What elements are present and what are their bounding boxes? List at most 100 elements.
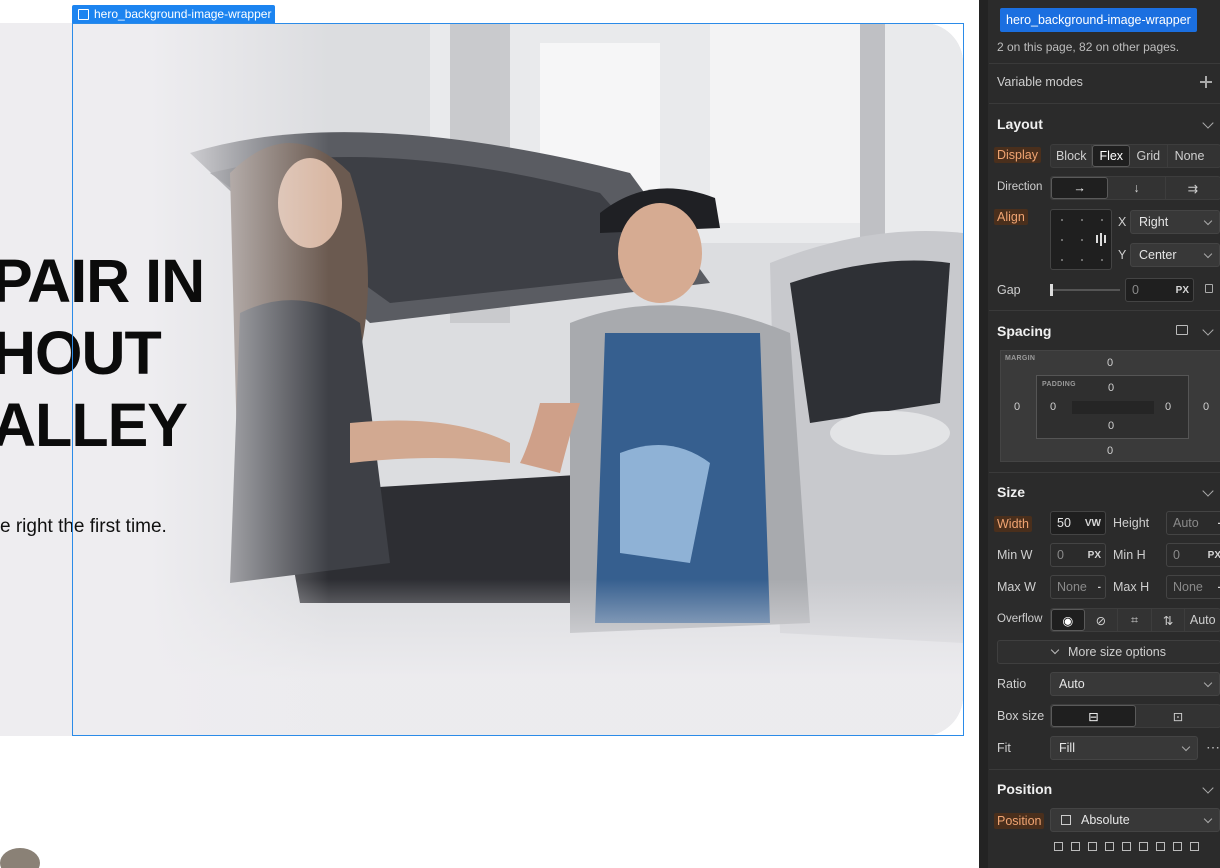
position-preset-full-icon[interactable] bbox=[1190, 842, 1199, 851]
position-select[interactable]: Absolute bbox=[1050, 808, 1220, 832]
selector-field[interactable]: hero_background-image-wrapper bbox=[997, 0, 1220, 38]
min-height-unit: PX bbox=[1207, 549, 1220, 561]
align-indicator-icon bbox=[1096, 232, 1108, 246]
ratio-select[interactable]: Auto bbox=[1050, 672, 1220, 696]
gap-slider-knob[interactable] bbox=[1050, 284, 1053, 296]
box-size-segmented-control[interactable]: ⊟ ⊡ bbox=[1050, 704, 1220, 728]
eye-icon[interactable]: ◉ bbox=[1051, 609, 1085, 631]
min-width-input[interactable]: 0 PX bbox=[1050, 543, 1106, 567]
absolute-position-icon bbox=[1061, 815, 1071, 825]
max-width-input[interactable]: None - bbox=[1050, 575, 1106, 599]
direction-wrap-icon[interactable]: ⇉ bbox=[1166, 177, 1220, 199]
padding-top-value[interactable]: 0 bbox=[1108, 382, 1114, 394]
display-option-block[interactable]: Block bbox=[1051, 145, 1093, 167]
crop-icon[interactable]: ⌗ bbox=[1118, 609, 1152, 631]
chevron-down-icon bbox=[1203, 814, 1213, 824]
display-option-flex[interactable]: Flex bbox=[1092, 145, 1131, 167]
overflow-segmented-control[interactable]: ◉ ⊘ ⌗ ⇅ Auto bbox=[1050, 608, 1220, 632]
margin-bottom-value[interactable]: 0 bbox=[1107, 445, 1113, 457]
margin-top-value[interactable]: 0 bbox=[1107, 357, 1113, 369]
display-label[interactable]: Display bbox=[994, 147, 1041, 163]
add-variable-mode-icon[interactable] bbox=[1200, 76, 1212, 88]
eye-off-icon[interactable]: ⊘ bbox=[1085, 609, 1119, 631]
panel-scrollbar[interactable] bbox=[979, 0, 988, 868]
align-label[interactable]: Align bbox=[994, 209, 1028, 225]
gap-slider[interactable] bbox=[1050, 284, 1120, 296]
border-box-icon[interactable]: ⊟ bbox=[1051, 705, 1136, 727]
selected-element-tag[interactable]: hero_background-image-wrapper bbox=[72, 5, 276, 23]
position-preset-right-icon[interactable] bbox=[1139, 842, 1148, 851]
content-box-icon[interactable]: ⊡ bbox=[1136, 705, 1220, 727]
position-preset-bottom-icon[interactable] bbox=[1173, 842, 1182, 851]
spacing-section-title[interactable]: Spacing bbox=[997, 323, 1051, 339]
height-input[interactable]: Auto - bbox=[1166, 511, 1220, 535]
position-preset-bottom-right-icon[interactable] bbox=[1105, 842, 1114, 851]
padding-left-value[interactable]: 0 bbox=[1050, 401, 1056, 413]
display-option-grid[interactable]: Grid bbox=[1130, 145, 1168, 167]
padding-caption: PADDING bbox=[1042, 381, 1076, 388]
position-presets[interactable] bbox=[1054, 842, 1199, 851]
overflow-auto-option[interactable]: Auto bbox=[1185, 609, 1220, 631]
chevron-down-icon bbox=[1181, 742, 1191, 752]
align-x-value: Right bbox=[1139, 215, 1169, 229]
margin-caption: MARGIN bbox=[1005, 355, 1036, 362]
padding-right-value[interactable]: 0 bbox=[1165, 401, 1171, 413]
align-x-select[interactable]: Right bbox=[1130, 210, 1220, 234]
fit-select[interactable]: Fill bbox=[1050, 736, 1198, 760]
width-unit: VW bbox=[1084, 517, 1101, 529]
more-size-options-label: More size options bbox=[1068, 645, 1166, 659]
position-preset-top-icon[interactable] bbox=[1156, 842, 1165, 851]
direction-row-icon[interactable]: → bbox=[1051, 177, 1109, 199]
padding-bottom-value[interactable]: 0 bbox=[1108, 420, 1114, 432]
layout-collapse-chevron-icon[interactable] bbox=[1202, 117, 1214, 129]
align-grid-control[interactable] bbox=[1050, 209, 1112, 270]
max-height-input[interactable]: None - bbox=[1166, 575, 1220, 599]
align-y-select[interactable]: Center bbox=[1130, 243, 1220, 267]
more-size-options-button[interactable]: More size options bbox=[997, 640, 1220, 664]
gap-unit: PX bbox=[1175, 284, 1189, 296]
designer-canvas[interactable]: PAIR IN HOUT ALLEY e right the first tim… bbox=[0, 0, 979, 868]
height-value: Auto bbox=[1173, 516, 1199, 530]
class-usage-text: 2 on this page, 82 on other pages. bbox=[997, 40, 1180, 54]
position-section-title[interactable]: Position bbox=[997, 781, 1052, 797]
variable-modes-label: Variable modes bbox=[997, 75, 1083, 89]
position-preset-bottom-left-icon[interactable] bbox=[1088, 842, 1097, 851]
divider bbox=[989, 103, 1220, 104]
position-preset-top-right-icon[interactable] bbox=[1071, 842, 1080, 851]
margin-left-value[interactable]: 0 bbox=[1014, 401, 1020, 413]
width-label[interactable]: Width bbox=[994, 516, 1032, 532]
min-height-value: 0 bbox=[1173, 548, 1180, 562]
display-option-none[interactable]: None bbox=[1168, 145, 1220, 167]
ratio-label: Ratio bbox=[997, 677, 1027, 691]
thumbnail-image bbox=[0, 848, 40, 868]
style-panel: hero_background-image-wrapper 2 on this … bbox=[979, 0, 1220, 868]
position-preset-left-icon[interactable] bbox=[1122, 842, 1131, 851]
spacing-mode-icon[interactable] bbox=[1176, 325, 1188, 335]
layout-section-title[interactable]: Layout bbox=[997, 116, 1043, 132]
class-chip[interactable]: hero_background-image-wrapper bbox=[1000, 8, 1197, 32]
height-label: Height bbox=[1113, 516, 1150, 530]
spacing-collapse-chevron-icon[interactable] bbox=[1202, 324, 1214, 336]
divider bbox=[989, 63, 1220, 64]
gap-value: 0 bbox=[1132, 283, 1139, 297]
position-label[interactable]: Position bbox=[994, 813, 1045, 829]
width-input[interactable]: 50 VW bbox=[1050, 511, 1106, 535]
position-preset-top-left-icon[interactable] bbox=[1054, 842, 1063, 851]
direction-segmented-control[interactable]: → ↓ ⇉ bbox=[1050, 176, 1220, 200]
direction-column-icon[interactable]: ↓ bbox=[1108, 177, 1166, 199]
max-height-value: None bbox=[1173, 580, 1203, 594]
box-size-label: Box size bbox=[997, 709, 1045, 723]
scroll-icon[interactable]: ⇅ bbox=[1152, 609, 1186, 631]
more-options-icon[interactable]: ⋯ bbox=[1206, 739, 1220, 756]
box-model-editor[interactable]: MARGIN 0 0 0 0 PADDING 0 0 0 0 bbox=[1000, 350, 1220, 462]
size-collapse-chevron-icon[interactable] bbox=[1202, 485, 1214, 497]
min-height-input[interactable]: 0 PX bbox=[1166, 543, 1220, 567]
size-section-title[interactable]: Size bbox=[997, 484, 1025, 500]
position-collapse-chevron-icon[interactable] bbox=[1202, 782, 1214, 794]
gap-input[interactable]: 0 PX bbox=[1125, 278, 1194, 302]
margin-right-value[interactable]: 0 bbox=[1203, 401, 1209, 413]
min-width-label: Min W bbox=[997, 548, 1033, 562]
display-segmented-control[interactable]: Block Flex Grid None bbox=[1050, 144, 1220, 168]
lock-icon[interactable] bbox=[1205, 284, 1213, 293]
hero-heading: PAIR IN HOUT ALLEY bbox=[0, 247, 205, 459]
